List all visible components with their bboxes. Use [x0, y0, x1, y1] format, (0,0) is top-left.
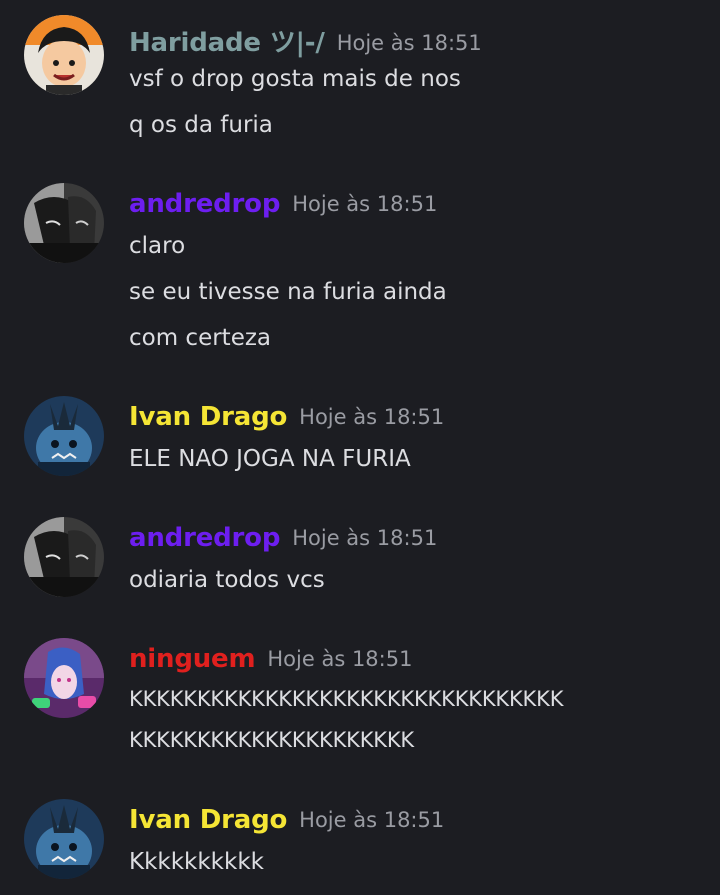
message-text: KKKKKKKKKKKKKKKKKKKKKKKKKKKKKKKK — [129, 687, 564, 711]
message-text: KKKKKKKKKKKKKKKKKKKKK — [129, 728, 414, 752]
jinx-avatar-icon[interactable] — [24, 638, 104, 718]
username[interactable]: Haridade ツ|-/ — [129, 28, 325, 58]
message-text: odiaria todos vcs — [129, 567, 325, 593]
jinbe-avatar-icon[interactable] — [24, 396, 104, 476]
timestamp[interactable]: Hoje às 18:51 — [292, 192, 437, 216]
timestamp[interactable]: Hoje às 18:51 — [267, 647, 412, 671]
message-text: q os da furia — [129, 112, 273, 138]
username[interactable]: andredrop — [129, 189, 280, 219]
message-text: com certeza — [129, 325, 272, 351]
jinbe-avatar-icon[interactable] — [24, 799, 104, 879]
message-text: claro — [129, 233, 186, 259]
timestamp[interactable]: Hoje às 18:51 — [299, 405, 444, 429]
manga-avatar-icon[interactable] — [24, 183, 104, 263]
username[interactable]: Ivan Drago — [129, 402, 287, 432]
username[interactable]: andredrop — [129, 523, 280, 553]
timestamp[interactable]: Hoje às 18:51 — [292, 526, 437, 550]
username[interactable]: Ivan Drago — [129, 805, 287, 835]
username[interactable]: ninguem — [129, 644, 256, 674]
message-text: Kkkkkkkkkk — [129, 849, 264, 875]
timestamp[interactable]: Hoje às 18:51 — [337, 31, 482, 55]
message-text: ELE NAO JOGA NA FURIA — [129, 446, 411, 472]
luffy-avatar-icon[interactable] — [24, 15, 104, 95]
message-text: se eu tivesse na furia ainda — [129, 279, 447, 305]
manga-avatar-icon[interactable] — [24, 517, 104, 597]
message-text: vsf o drop gosta mais de nos — [129, 66, 461, 92]
timestamp[interactable]: Hoje às 18:51 — [299, 808, 444, 832]
